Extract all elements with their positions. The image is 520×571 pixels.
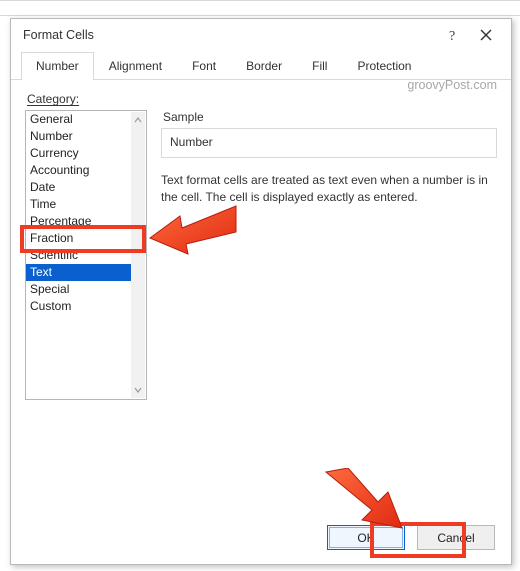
format-description: Text format cells are treated as text ev… [161,172,497,206]
tab-alignment[interactable]: Alignment [94,52,177,80]
cancel-button[interactable]: Cancel [417,525,495,550]
sample-label: Sample [163,110,497,124]
watermark: groovyPost.com [407,78,497,92]
tab-font[interactable]: Font [177,52,231,80]
tab-strip: Number Alignment Font Border Fill Protec… [11,51,511,80]
category-label: Category: [27,92,497,106]
help-icon[interactable]: ? [435,21,469,49]
list-item[interactable]: Accounting [26,162,132,179]
list-item[interactable]: Custom [26,298,132,315]
dialog-title: Format Cells [23,28,435,42]
list-item[interactable]: Date [26,179,132,196]
sample-value: Number [161,128,497,158]
ok-button[interactable]: OK [327,525,405,550]
format-cells-dialog: Format Cells ? Number Alignment Font Bor… [10,18,512,565]
tab-number[interactable]: Number [21,52,94,80]
titlebar: Format Cells ? [11,19,511,51]
list-item[interactable]: Percentage [26,213,132,230]
list-item[interactable]: Special [26,281,132,298]
tab-protection[interactable]: Protection [342,52,426,80]
tab-border[interactable]: Border [231,52,297,80]
list-item[interactable]: Time [26,196,132,213]
chevron-up-icon[interactable] [131,112,145,128]
list-item[interactable]: General [26,111,132,128]
list-item[interactable]: Fraction [26,230,132,247]
list-item[interactable]: Number [26,128,132,145]
category-listbox[interactable]: General Number Currency Accounting Date … [25,110,147,400]
scrollbar[interactable] [131,112,145,398]
svg-text:?: ? [449,29,455,42]
list-item[interactable]: Currency [26,145,132,162]
list-item-selected[interactable]: Text [26,264,132,281]
chevron-down-icon[interactable] [131,382,145,398]
dialog-footer: OK Cancel [11,515,511,564]
tab-fill[interactable]: Fill [297,52,342,80]
list-item[interactable]: Scientific [26,247,132,264]
close-icon[interactable] [469,21,503,49]
